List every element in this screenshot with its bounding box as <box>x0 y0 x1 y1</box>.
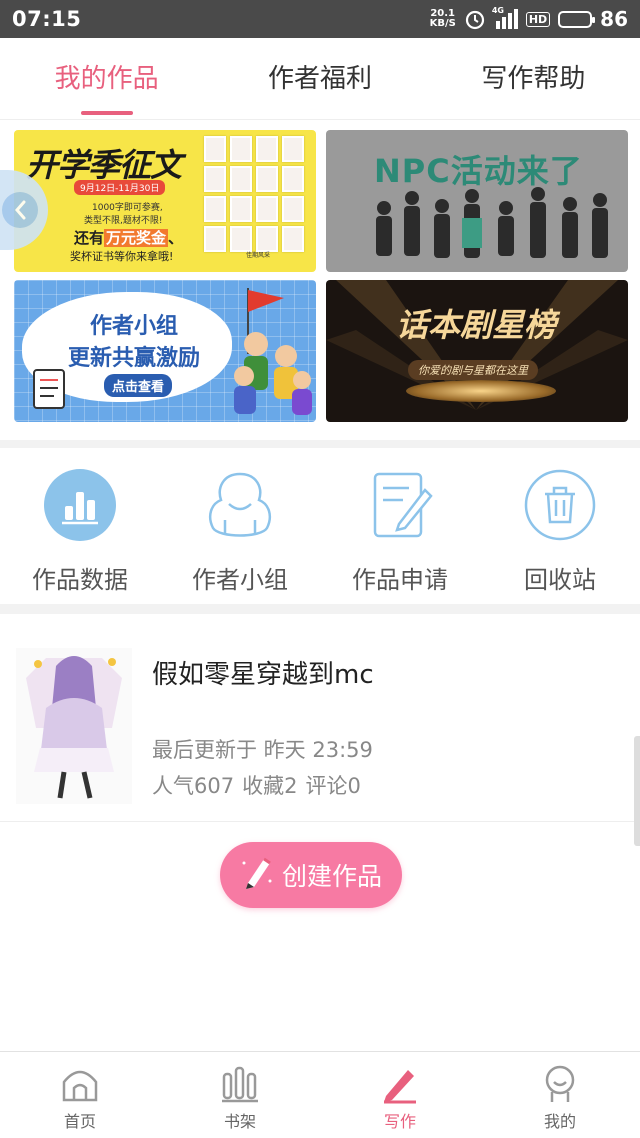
group-icon <box>203 468 277 542</box>
action-work-application-label: 作品申请 <box>352 566 448 594</box>
trash-icon <box>523 468 597 542</box>
banner-drama-ranking[interactable]: 话本剧星榜 你爱的剧与星都在这里 <box>326 280 628 422</box>
banner-1-line3-pre: 还有 <box>74 229 105 247</box>
kids-flag-illustration <box>234 288 312 415</box>
status-icons: 20.1 KB/S 4G HD 86 <box>430 6 628 31</box>
battery-icon <box>558 10 596 28</box>
nav-home-label: 首页 <box>63 1112 96 1131</box>
create-work-label: 创建作品 <box>281 862 382 891</box>
chevron-left-icon <box>2 192 38 228</box>
edit-doc-icon <box>363 468 437 542</box>
action-author-group[interactable]: 作者小组 <box>160 456 320 604</box>
action-author-group-label: 作者小组 <box>192 566 288 594</box>
tab-author-benefits[interactable]: 作者福利 <box>213 38 426 119</box>
banner-1-brand: 佳期风采 <box>246 252 271 259</box>
bookshelf-icon <box>220 1064 260 1104</box>
section-divider <box>0 604 640 614</box>
work-title: 假如零星穿越到mc <box>152 660 374 690</box>
work-last-updated: 最后更新于 昨天 23:59 <box>152 738 373 762</box>
banner-essay-contest[interactable]: 开学季征文 9月12日-11月30日 1000字即可参赛, 类型不限,题材不限!… <box>14 130 316 272</box>
banner-3-title2: 更新共赢激励 <box>68 346 201 371</box>
work-list-item[interactable]: 假如零星穿越到mc 最后更新于 昨天 23:59 人气607 收藏2 评论0 <box>0 628 640 822</box>
alarm-icon <box>464 8 486 30</box>
section-divider <box>0 440 640 448</box>
group-photo-illustration <box>376 187 608 258</box>
banner-1-line2: 类型不限,题材不限! <box>84 216 163 226</box>
battery-level: 86 <box>600 7 628 31</box>
home-icon <box>60 1064 100 1104</box>
edge-scroll-handle[interactable] <box>634 736 640 846</box>
banner-npc-event[interactable]: NPC活动来了 <box>326 130 628 272</box>
banner-3-title1: 作者小组 <box>90 314 179 339</box>
work-stats: 人气607 收藏2 评论0 <box>152 770 369 800</box>
nav-bookshelf[interactable]: 书架 <box>160 1052 320 1138</box>
banner-4-subtitle: 你爱的剧与星都在这里 <box>408 360 538 380</box>
bar-chart-icon <box>43 468 117 542</box>
banner-1-line4: 奖杯证书等你来拿哦! <box>70 250 174 263</box>
banner-4-title: 话本剧星榜 <box>396 306 557 344</box>
signal-label: 4G <box>491 6 504 15</box>
banner-4-stage <box>406 380 556 402</box>
banner-1-date: 9月12日-11月30日 <box>74 180 166 195</box>
nav-bookshelf-label: 书架 <box>223 1112 256 1131</box>
tab-my-works[interactable]: 我的作品 <box>0 38 213 119</box>
net-speed-unit: KB/S <box>429 18 456 29</box>
net-speed: 20.1 KB/S <box>430 9 456 29</box>
work-comments: 评论0 <box>305 774 361 798</box>
signal-icon: 4G <box>491 6 518 29</box>
banner-grid: 开学季征文 9月12日-11月30日 1000字即可参赛, 类型不限,题材不限!… <box>14 126 628 424</box>
work-popularity: 人气607 <box>152 774 235 798</box>
banner-1-line1: 1000字即可参赛, <box>92 203 163 213</box>
pencil-icon <box>240 853 274 897</box>
bottom-nav: 首页 书架 写作 我的 <box>0 1051 640 1138</box>
pen-icon <box>380 1064 420 1104</box>
work-favorites: 收藏2 <box>242 774 298 798</box>
banner-1-prize: 万元奖金 <box>104 229 169 247</box>
create-work-button[interactable]: 创建作品 <box>220 842 402 908</box>
nav-write[interactable]: 写作 <box>320 1052 480 1138</box>
action-recycle-bin[interactable]: 回收站 <box>480 456 640 604</box>
banner-author-group[interactable]: 作者小组 更新共赢激励 点击查看 <box>14 280 316 422</box>
top-tabs: 我的作品 作者福利 写作帮助 <box>0 38 640 120</box>
status-bar: 07:15 20.1 KB/S 4G HD 86 <box>0 0 640 38</box>
work-cover <box>16 648 132 804</box>
action-work-application[interactable]: 作品申请 <box>320 456 480 604</box>
tab-writing-help[interactable]: 写作帮助 <box>427 38 640 119</box>
banner-1-line3-post: 、 <box>168 229 184 247</box>
hd-badge: HD <box>525 11 551 27</box>
action-recycle-bin-label: 回收站 <box>524 566 596 594</box>
nav-home[interactable]: 首页 <box>0 1052 160 1138</box>
quick-actions: 作品数据 作者小组 作品申请 回收站 <box>0 456 640 604</box>
action-work-data-label: 作品数据 <box>32 566 128 594</box>
banner-1-photos <box>204 136 310 264</box>
app-root: 07:15 20.1 KB/S 4G HD 86 我的作品 作者福利 写作帮助 … <box>0 0 640 1138</box>
nav-write-label: 写作 <box>383 1112 416 1131</box>
banner-3-cta: 点击查看 <box>104 374 173 397</box>
action-work-data[interactable]: 作品数据 <box>0 456 160 604</box>
banner-1-line3: 还有 万元奖金、 <box>74 227 183 248</box>
clipboard-icon <box>33 369 65 409</box>
profile-icon <box>540 1064 580 1104</box>
status-time: 07:15 <box>12 7 82 31</box>
nav-profile-label: 我的 <box>543 1112 576 1131</box>
nav-profile[interactable]: 我的 <box>480 1052 640 1138</box>
